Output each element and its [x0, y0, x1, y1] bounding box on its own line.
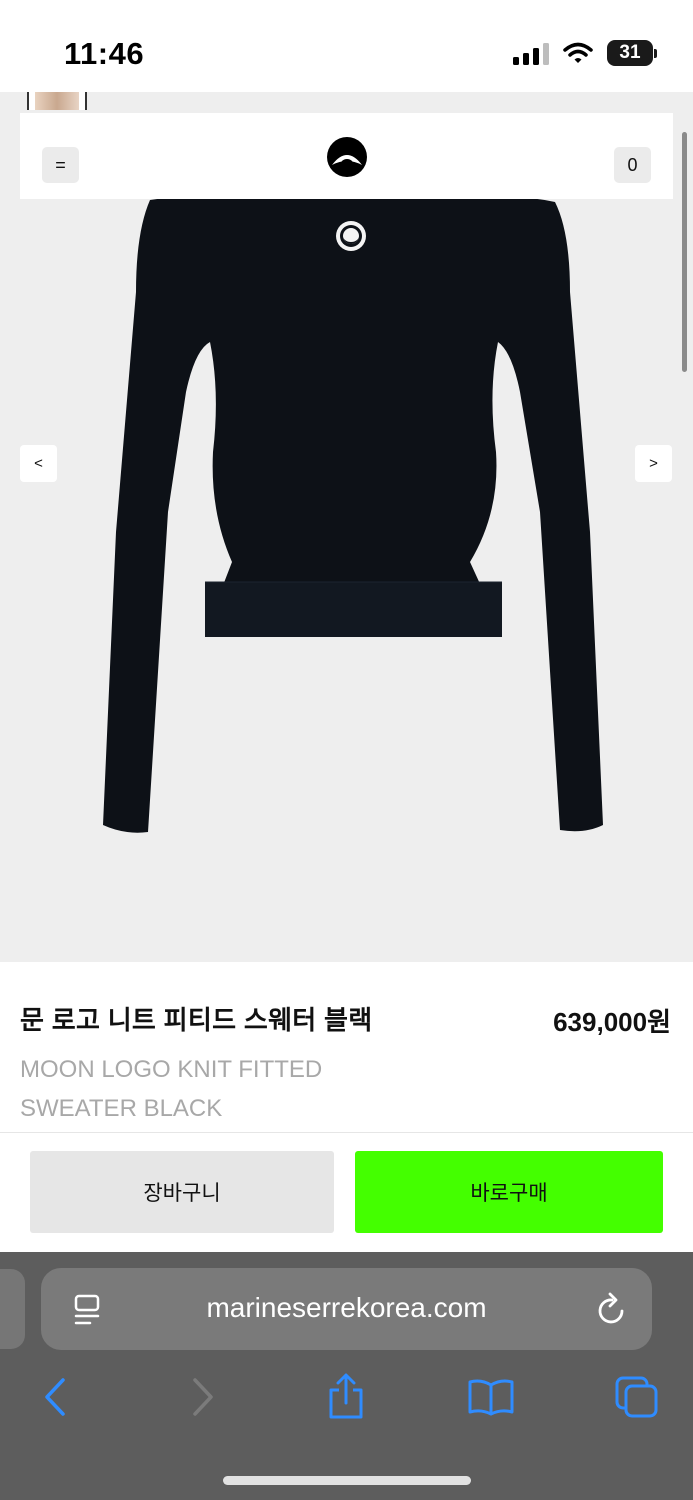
- menu-button[interactable]: =: [42, 147, 79, 183]
- cart-count-button[interactable]: 0: [614, 147, 651, 183]
- cellular-signal-icon: [513, 41, 549, 65]
- url-text[interactable]: marineserrekorea.com: [41, 1292, 652, 1324]
- product-image: [103, 195, 603, 833]
- add-to-cart-button[interactable]: 장바구니: [30, 1151, 334, 1233]
- wifi-icon: [563, 42, 593, 63]
- product-gallery[interactable]: < >: [0, 92, 693, 962]
- browser-toolbar: marineserrekorea.com: [0, 1252, 693, 1500]
- divider: [0, 1132, 693, 1133]
- status-time: 11:46: [64, 36, 145, 71]
- moon-logo-icon[interactable]: [324, 135, 370, 177]
- gallery-prev-button[interactable]: <: [20, 445, 57, 482]
- share-button[interactable]: [321, 1372, 371, 1422]
- buy-now-button[interactable]: 바로구매: [355, 1151, 663, 1233]
- product-price: 639,000원: [553, 1007, 671, 1037]
- previous-tab-peek[interactable]: [0, 1269, 25, 1349]
- site-header: = 0: [20, 113, 673, 199]
- bookmarks-button[interactable]: [466, 1372, 516, 1422]
- share-icon: [329, 1373, 363, 1419]
- status-icons: 31: [513, 40, 657, 66]
- reload-icon[interactable]: [596, 1292, 628, 1326]
- battery-icon: 31: [607, 40, 657, 66]
- forward-button[interactable]: [178, 1372, 228, 1422]
- product-name-ko: 문 로고 니트 피티드 스웨터 블랙: [20, 1005, 373, 1035]
- product-info: 문 로고 니트 피티드 스웨터 블랙 639,000원 MOON LOGO KN…: [0, 962, 693, 1132]
- battery-level: 31: [607, 40, 653, 66]
- home-indicator[interactable]: [223, 1476, 471, 1485]
- address-bar[interactable]: marineserrekorea.com: [41, 1268, 652, 1350]
- scrollbar[interactable]: [682, 132, 687, 372]
- chevron-right-icon: [193, 1378, 213, 1416]
- product-name-en: MOON LOGO KNIT FITTED SWEATER BLACK: [20, 1056, 323, 1122]
- status-bar: 11:46 31: [0, 0, 693, 92]
- tabs-button[interactable]: [612, 1372, 662, 1422]
- back-button[interactable]: [30, 1372, 80, 1422]
- book-icon: [468, 1379, 514, 1416]
- tabs-icon: [615, 1376, 658, 1418]
- chevron-left-icon: [45, 1378, 65, 1416]
- gallery-next-button[interactable]: >: [635, 445, 672, 482]
